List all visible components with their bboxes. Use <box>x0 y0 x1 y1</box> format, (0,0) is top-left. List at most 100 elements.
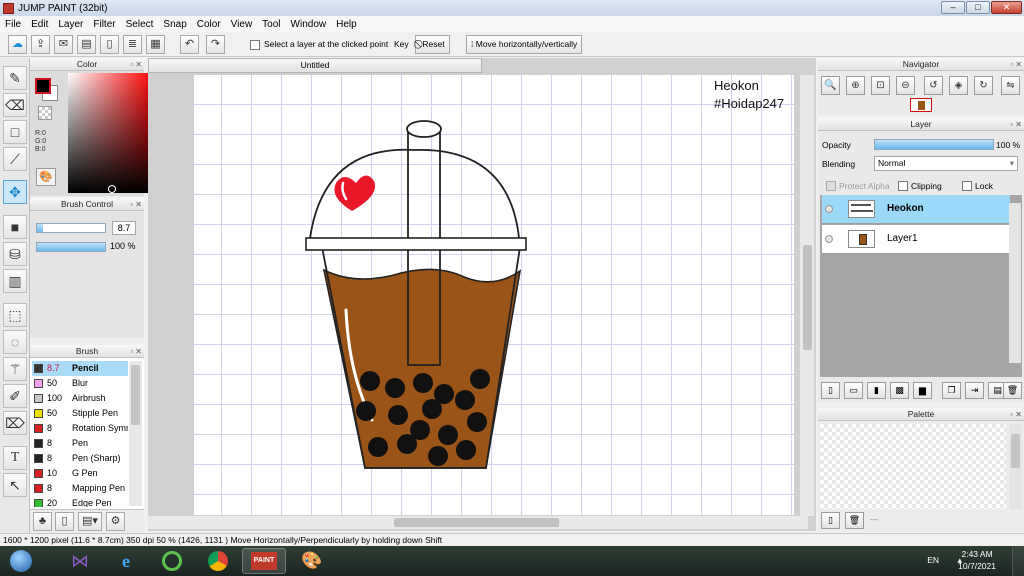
eraser-tool-icon[interactable]: ⌫ <box>3 93 27 117</box>
new-layer-1bit-icon[interactable]: ▮ <box>867 382 886 399</box>
document-icon[interactable]: ▯ <box>100 35 119 54</box>
select-pen-tool-icon[interactable]: ✐ <box>3 384 27 408</box>
menu-layer[interactable]: Layer <box>53 19 88 30</box>
transparent-swatch[interactable] <box>38 106 52 120</box>
new-swatch-icon[interactable]: ▯ <box>821 512 840 529</box>
brush-tree-icon[interactable]: ♣ <box>33 512 52 531</box>
panel-buttons-icon[interactable]: ▫ ✕ <box>130 59 142 71</box>
rect-select-tool-icon[interactable]: □ <box>3 120 27 144</box>
menu-window[interactable]: Window <box>286 19 332 30</box>
jump-paint-taskbar-icon[interactable]: PAINT <box>242 548 286 574</box>
share-icon[interactable]: ⇪ <box>31 35 50 54</box>
new-halftone-layer-icon[interactable]: ▩ <box>890 382 909 399</box>
new-layer-8bit-icon[interactable]: ▭ <box>844 382 863 399</box>
paint-taskbar-icon[interactable]: 🎨 <box>290 548 334 574</box>
visual-studio-taskbar-icon[interactable]: ⋈ <box>58 548 102 574</box>
maximize-button[interactable]: □ <box>966 1 990 14</box>
start-button[interactable] <box>6 548 36 574</box>
horizontal-scroll-thumb[interactable] <box>394 518 559 527</box>
brush-item[interactable]: 8 Pen (Sharp) <box>32 451 128 466</box>
new-brush-icon[interactable]: ▯ <box>55 512 74 531</box>
protect-alpha-checkbox[interactable] <box>826 181 836 191</box>
brush-settings-icon[interactable]: ⚙ <box>106 512 125 531</box>
brush-size-slider[interactable] <box>36 223 106 233</box>
select-layer-checkbox[interactable] <box>250 40 260 50</box>
menu-file[interactable]: File <box>0 19 26 30</box>
brush-item[interactable]: 10 G Pen <box>32 466 128 481</box>
brush-item[interactable]: 8 Pen <box>32 436 128 451</box>
brush-tool-icon[interactable]: ✎ <box>3 66 27 90</box>
panel-buttons-icon[interactable]: ▫ ✕ <box>130 346 142 358</box>
menu-snap[interactable]: Snap <box>158 19 191 30</box>
menu-select[interactable]: Select <box>121 19 159 30</box>
lasso-tool-icon[interactable]: ◌ <box>3 330 27 354</box>
clock[interactable]: 2:43 AM 10/7/2021 <box>958 548 996 572</box>
brush-item[interactable]: 50 Stipple Pen <box>32 406 128 421</box>
zoom-out-icon[interactable]: ⊖ <box>896 76 915 95</box>
move-hv-button[interactable]: ⁞ Move horizontally/vertically <box>466 35 583 54</box>
zoom-plus-icon[interactable]: ⊕ <box>846 76 865 95</box>
app-green-taskbar-icon[interactable] <box>150 548 194 574</box>
text-tool-icon[interactable]: T <box>3 446 27 470</box>
delete-swatch-icon[interactable]: 🗑 <box>845 512 864 529</box>
lock-checkbox[interactable] <box>962 181 972 191</box>
document-tab[interactable]: Untitled <box>148 58 482 73</box>
brush-opacity-slider[interactable] <box>36 242 106 252</box>
menu-view[interactable]: View <box>226 19 258 30</box>
operation-tool-icon[interactable]: ↖ <box>3 473 27 497</box>
brush-item[interactable]: 100 Airbrush <box>32 391 128 406</box>
merge-layer-icon[interactable]: ⇥ <box>965 382 984 399</box>
navigator-preview[interactable] <box>910 98 932 112</box>
brush-item[interactable]: 50 Blur <box>32 376 128 391</box>
line-tool-icon[interactable]: ⟋ <box>3 147 27 171</box>
note-icon[interactable]: ▤ <box>77 35 96 54</box>
layer-visibility-icon[interactable] <box>825 205 833 213</box>
zoom-in-icon[interactable]: 🔍 <box>821 76 840 95</box>
menu-tool[interactable]: Tool <box>257 19 285 30</box>
menu-filter[interactable]: Filter <box>88 19 120 30</box>
show-desktop-button[interactable] <box>1012 546 1024 576</box>
comment-icon[interactable]: ✉ <box>54 35 73 54</box>
brush-item[interactable]: 8 Rotation Symm <box>32 421 128 436</box>
menu-edit[interactable]: Edit <box>26 19 53 30</box>
drawing-canvas[interactable]: Heokon #Hoidap247 <box>194 75 794 515</box>
chrome-taskbar-icon[interactable] <box>196 548 240 574</box>
layer-list-scrollbar[interactable] <box>1009 203 1021 363</box>
rotate-right-icon[interactable]: ↻ <box>974 76 993 95</box>
list-icon[interactable]: ≣ <box>123 35 142 54</box>
brush-item[interactable]: 20 Edge Pen <box>32 496 128 507</box>
grid-icon[interactable]: ▦ <box>146 35 165 54</box>
brush-item[interactable]: 8.7 Pencil <box>32 361 128 376</box>
clipping-checkbox[interactable] <box>898 181 908 191</box>
minimize-button[interactable]: – <box>941 1 965 14</box>
brush-item[interactable]: 8 Mapping Pen <box>32 481 128 496</box>
blending-select[interactable]: Normal ▾ <box>874 156 1018 171</box>
layer-row-layer1[interactable]: Layer1 <box>822 225 1010 254</box>
menu-color[interactable]: Color <box>192 19 226 30</box>
layer-visibility-icon[interactable] <box>825 235 833 243</box>
brush-list-scrollbar[interactable] <box>129 361 142 506</box>
palette-swatch-area[interactable] <box>820 424 1006 509</box>
panel-buttons-icon[interactable]: ▫ ✕ <box>1010 59 1022 71</box>
internet-explorer-taskbar-icon[interactable]: e <box>104 548 148 574</box>
palette-scrollbar[interactable] <box>1009 424 1022 509</box>
layer-opacity-slider[interactable] <box>874 139 994 150</box>
panel-buttons-icon[interactable]: ▫ ✕ <box>130 199 142 211</box>
bucket-tool-icon[interactable]: ⛁ <box>3 242 27 266</box>
sv-cursor[interactable] <box>108 185 116 193</box>
cloud-icon[interactable]: ☁ <box>8 35 27 54</box>
saturation-value-picker[interactable] <box>68 73 154 193</box>
vertical-scroll-thumb[interactable] <box>803 245 812 350</box>
menu-help[interactable]: Help <box>331 19 362 30</box>
palette-picker-icon[interactable]: 🎨 <box>36 168 56 186</box>
fill-rect-tool-icon[interactable]: ■ <box>3 215 27 239</box>
brush-size-field[interactable]: 8.7 <box>112 221 136 235</box>
flip-icon[interactable]: ⇋ <box>1001 76 1020 95</box>
layer-row-heokon[interactable]: Heokon <box>822 195 1010 224</box>
redo-icon[interactable]: ↷ <box>206 35 225 54</box>
rotate-left-icon[interactable]: ↺ <box>924 76 943 95</box>
language-indicator[interactable]: EN <box>927 555 939 565</box>
reset-view-icon[interactable]: ◈ <box>949 76 968 95</box>
close-button[interactable]: ✕ <box>991 1 1022 14</box>
delete-layer-icon[interactable]: 🗑 <box>1003 382 1022 399</box>
